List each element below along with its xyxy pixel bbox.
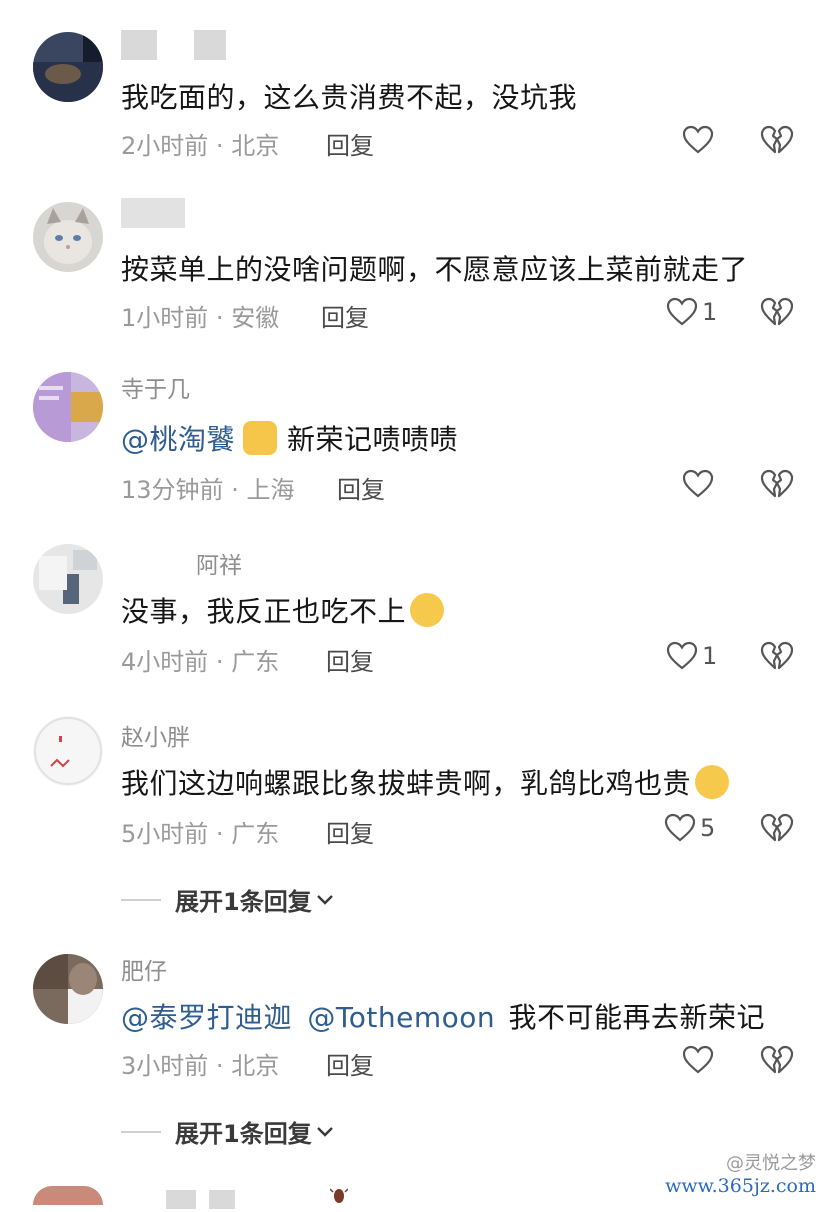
comment-time: 3小时前: [121, 1052, 209, 1080]
comment-time: 4小时前: [121, 648, 209, 676]
mention-link[interactable]: @Tothemoon: [307, 1001, 495, 1034]
separator: ·: [215, 820, 224, 848]
cat-emoji-icon: [243, 421, 278, 455]
comment-meta: 1小时前 · 安徽: [121, 298, 279, 333]
reply-button[interactable]: 回复: [326, 814, 374, 849]
expand-divider: [121, 1130, 161, 1133]
username-obscured[interactable]: [166, 1186, 236, 1212]
username[interactable]: 肥仔: [121, 952, 167, 986]
bug-icon: [330, 1188, 348, 1203]
expand-replies-button[interactable]: 展开1条回复: [121, 1114, 334, 1149]
comment-location: 北京: [231, 132, 280, 160]
username[interactable]: 寺于几: [121, 370, 190, 404]
username-obscured[interactable]: [121, 30, 227, 60]
mention-link[interactable]: @泰罗打迪迦: [121, 1001, 292, 1034]
comment-meta: 13分钟前 · 上海: [121, 470, 294, 505]
comment-text: @桃淘饕 新荣记啧啧啧: [121, 421, 459, 456]
dislike-button[interactable]: [760, 1044, 794, 1076]
separator: ·: [215, 648, 224, 676]
avatar[interactable]: [33, 202, 103, 272]
comment-time: 13分钟前: [121, 476, 224, 504]
rolling-laughing-emoji-icon: [695, 765, 730, 799]
expand-divider: [121, 898, 161, 901]
avatar[interactable]: [33, 1186, 103, 1205]
username[interactable]: 赵小胖: [121, 718, 190, 752]
heart-icon: [682, 469, 714, 498]
like-button[interactable]: [682, 1044, 714, 1076]
comment-location: 广东: [231, 648, 280, 676]
like-count: 5: [700, 814, 716, 842]
comment-meta: 3小时前 · 北京: [121, 1046, 279, 1081]
comment-time: 1小时前: [121, 304, 209, 332]
like-button[interactable]: 1: [666, 640, 717, 672]
watermark-site: www.365jz.com: [665, 1175, 816, 1197]
avatar[interactable]: [33, 716, 103, 786]
comment-time: 5小时前: [121, 820, 209, 848]
broken-heart-icon: [760, 469, 794, 498]
heart-icon: [682, 125, 714, 154]
username[interactable]: 阿祥: [196, 546, 242, 580]
reply-button[interactable]: 回复: [326, 1046, 374, 1081]
chevron-down-icon: [316, 894, 333, 905]
broken-heart-icon: [760, 297, 794, 326]
mention-link[interactable]: @桃淘饕: [121, 423, 235, 456]
comment-location: 上海: [246, 476, 295, 504]
comment-text: 我吃面的，这么贵消费不起，没坑我: [121, 81, 578, 114]
comment-location: 北京: [231, 1052, 280, 1080]
separator: ·: [215, 1052, 224, 1080]
dislike-button[interactable]: [760, 124, 794, 156]
dislike-button[interactable]: [760, 296, 794, 328]
heart-icon: [682, 1045, 714, 1074]
comment-text: 我们这边响螺跟比象拔蚌贵啊，乳鸽比鸡也贵: [121, 762, 730, 802]
comment-text: @泰罗打迪迦 @Tothemoon 我不可能再去新荣记: [121, 1001, 766, 1034]
like-button[interactable]: [682, 468, 714, 500]
comment-meta: 2小时前 · 北京: [121, 126, 279, 161]
heart-icon: [664, 813, 696, 842]
dislike-button[interactable]: [760, 812, 794, 844]
heart-icon: [666, 297, 698, 326]
comment-location: 安徽: [231, 304, 280, 332]
reply-button[interactable]: 回复: [337, 470, 385, 505]
comment-time: 2小时前: [121, 132, 209, 160]
avatar[interactable]: [33, 544, 103, 614]
broken-heart-icon: [760, 1045, 794, 1074]
avatar[interactable]: [33, 372, 103, 442]
expand-replies-button[interactable]: 展开1条回复: [121, 882, 334, 917]
like-button[interactable]: 5: [664, 812, 715, 844]
separator: ·: [215, 132, 224, 160]
like-button[interactable]: [682, 124, 714, 156]
watermark: @灵悦之梦 www.365jz.com: [665, 1153, 816, 1197]
watermark-brand: @灵悦之梦: [726, 1153, 816, 1174]
heart-icon: [666, 641, 698, 670]
dislike-button[interactable]: [760, 468, 794, 500]
reply-button[interactable]: 回复: [326, 642, 374, 677]
broken-heart-icon: [760, 813, 794, 842]
comment-text: 按菜单上的没啥问题啊，不愿意应该上菜前就走了: [121, 253, 749, 286]
comment-text: 没事，我反正也吃不上: [121, 590, 445, 630]
separator: ·: [231, 476, 239, 504]
broken-heart-icon: [760, 641, 794, 670]
like-button[interactable]: 1: [666, 296, 717, 328]
avatar[interactable]: [33, 954, 103, 1024]
reply-button[interactable]: 回复: [326, 126, 374, 161]
avatar[interactable]: [33, 32, 103, 102]
comment-meta: 4小时前 · 广东: [121, 642, 279, 677]
dislike-button[interactable]: [760, 640, 794, 672]
separator: ·: [215, 304, 224, 332]
like-count: 1: [702, 298, 718, 326]
username-obscured[interactable]: [121, 198, 185, 228]
broken-heart-icon: [760, 125, 794, 154]
chevron-down-icon: [316, 1126, 333, 1137]
comment-meta: 5小时前 · 广东: [121, 814, 279, 849]
comment-location: 广东: [231, 820, 280, 848]
reply-button[interactable]: 回复: [321, 298, 369, 333]
like-count: 1: [702, 642, 718, 670]
pleading-face-emoji-icon: [410, 593, 445, 627]
